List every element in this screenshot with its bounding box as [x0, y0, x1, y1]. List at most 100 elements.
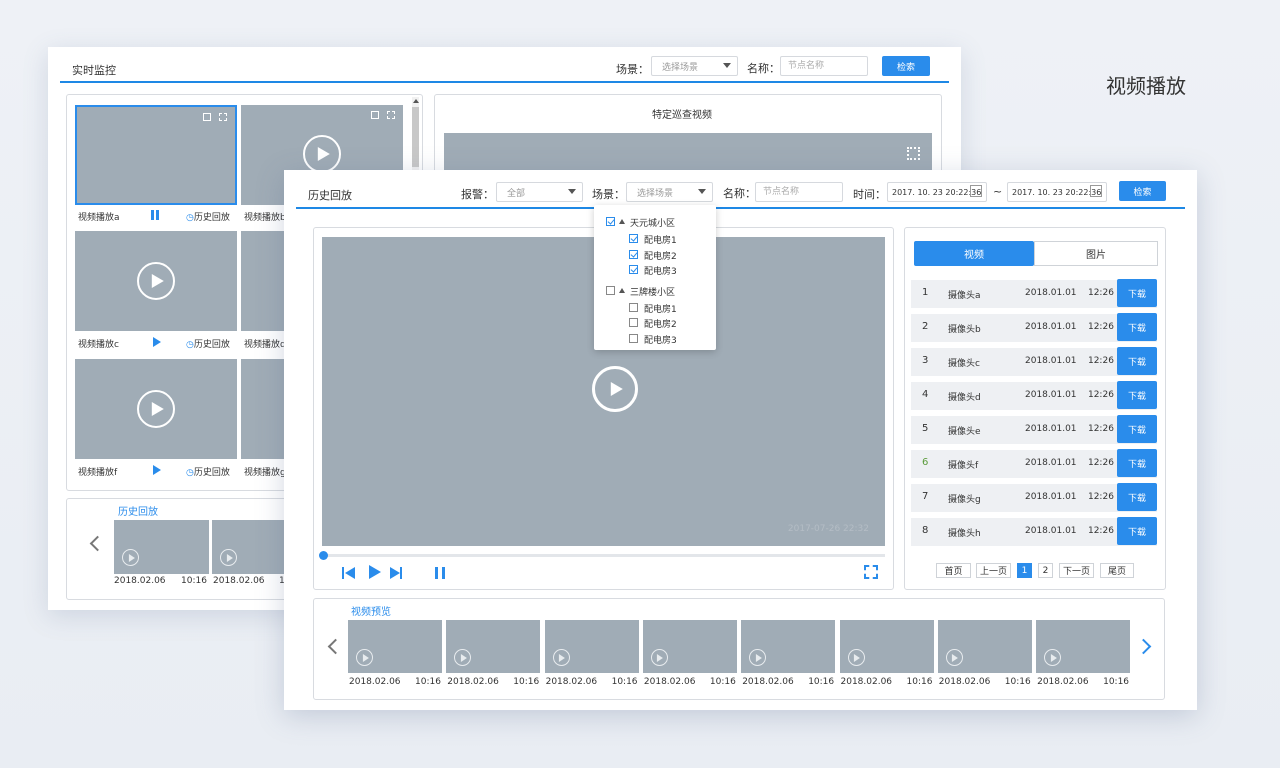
pause-icon[interactable]: [435, 567, 445, 579]
history-link[interactable]: ◷历史回放: [186, 465, 230, 478]
video-cell-f[interactable]: [75, 359, 237, 459]
scroll-up-icon[interactable]: [413, 99, 419, 103]
calendar-icon[interactable]: [1090, 185, 1102, 197]
list-row[interactable]: 5 摄像头e 2018.01.01 12:26 下载: [911, 415, 1157, 444]
video-cell-c[interactable]: [75, 231, 237, 331]
preview-thumb[interactable]: [446, 620, 541, 673]
play-icon[interactable]: [552, 649, 570, 666]
page-last-button[interactable]: 尾页: [1100, 563, 1134, 578]
download-button[interactable]: 下载: [1117, 449, 1157, 477]
play-icon[interactable]: [847, 649, 865, 666]
download-button[interactable]: 下载: [1117, 415, 1157, 443]
group-label[interactable]: 天元城小区: [630, 216, 675, 229]
pause-icon[interactable]: [151, 210, 159, 220]
skip-forward-icon[interactable]: [390, 566, 404, 580]
expand-icon[interactable]: [619, 287, 625, 293]
play-icon[interactable]: [220, 549, 237, 566]
item-label[interactable]: 配电房2: [644, 249, 677, 262]
list-row[interactable]: 3 摄像头c 2018.01.01 12:26 下载: [911, 347, 1157, 376]
item-label[interactable]: 配电房3: [644, 264, 677, 277]
preview-thumb[interactable]: [1036, 620, 1131, 673]
play-icon[interactable]: [122, 549, 139, 566]
name-input[interactable]: [780, 56, 868, 76]
skip-back-icon[interactable]: [342, 566, 356, 580]
item-label[interactable]: 配电房3: [644, 333, 677, 346]
scene-select[interactable]: 选择场景: [626, 182, 713, 202]
download-button[interactable]: 下载: [1117, 517, 1157, 545]
preview-thumb[interactable]: [348, 620, 442, 673]
list-row[interactable]: 8 摄像头h 2018.01.01 12:26 下载: [911, 517, 1157, 546]
item-label[interactable]: 配电房1: [644, 233, 677, 246]
play-icon[interactable]: [303, 135, 341, 173]
list-row[interactable]: 4 摄像头d 2018.01.01 12:26 下载: [911, 381, 1157, 410]
item-checkbox[interactable]: [629, 265, 638, 274]
preview-thumb[interactable]: [544, 620, 639, 673]
scrollbar-thumb[interactable]: [412, 107, 419, 167]
alarm-select[interactable]: 全部: [496, 182, 583, 202]
progress-handle[interactable]: [319, 551, 328, 560]
item-label[interactable]: 配电房1: [644, 302, 677, 315]
download-button[interactable]: 下载: [1117, 279, 1157, 307]
page-prev-button[interactable]: 上一页: [976, 563, 1011, 578]
play-icon[interactable]: [137, 262, 175, 300]
play-button-icon[interactable]: [369, 565, 381, 579]
row-index: 2: [922, 321, 929, 332]
play-small-icon[interactable]: [153, 337, 161, 347]
video-cell-a[interactable]: [75, 105, 237, 205]
name-input[interactable]: [755, 182, 843, 202]
item-checkbox[interactable]: [629, 249, 638, 259]
list-row[interactable]: 6 摄像头f 2018.01.01 12:26 下载: [911, 449, 1157, 478]
item-label[interactable]: 配电房2: [644, 317, 677, 330]
patrol-video[interactable]: [444, 133, 932, 173]
download-button[interactable]: 下载: [1117, 483, 1157, 511]
search-button[interactable]: 检索: [882, 56, 930, 76]
fullscreen-icon[interactable]: [907, 147, 920, 160]
search-button[interactable]: 检索: [1119, 181, 1166, 201]
strip-thumb[interactable]: [114, 520, 209, 574]
page-first-button[interactable]: 首页: [936, 563, 971, 578]
progress-track[interactable]: [322, 554, 885, 557]
page-1-button[interactable]: 1: [1017, 563, 1032, 578]
item-checkbox[interactable]: [629, 318, 638, 327]
item-checkbox[interactable]: [629, 234, 638, 243]
fullscreen-icon[interactable]: [387, 111, 395, 119]
scene-select[interactable]: 选择场景: [651, 56, 738, 76]
download-button[interactable]: 下载: [1117, 381, 1157, 409]
preview-thumb[interactable]: [642, 620, 737, 673]
list-row[interactable]: 7 摄像头g 2018.01.01 12:26 下载: [911, 483, 1157, 512]
expand-icon[interactable]: [619, 219, 625, 224]
play-icon[interactable]: [454, 649, 472, 666]
list-row[interactable]: 1 摄像头a 2018.01.01 12:26 下载: [911, 279, 1157, 308]
play-icon[interactable]: [592, 366, 638, 412]
fullscreen-icon[interactable]: [219, 113, 227, 121]
play-icon[interactable]: [945, 649, 963, 666]
preview-thumb[interactable]: [839, 620, 934, 673]
tab-video[interactable]: 视频: [914, 241, 1034, 266]
play-small-icon[interactable]: [153, 465, 161, 475]
download-button[interactable]: 下载: [1117, 347, 1157, 375]
item-checkbox[interactable]: [629, 302, 638, 312]
calendar-icon[interactable]: [970, 185, 982, 197]
checkbox-icon[interactable]: [203, 113, 211, 121]
group-checkbox[interactable]: [606, 285, 615, 295]
group-label[interactable]: 三牌楼小区: [630, 285, 675, 298]
tab-image[interactable]: 图片: [1034, 241, 1158, 266]
item-checkbox[interactable]: [629, 333, 638, 343]
play-icon[interactable]: [1044, 649, 1062, 666]
checkbox-icon[interactable]: [371, 111, 379, 119]
list-row[interactable]: 2 摄像头b 2018.01.01 12:26 下载: [911, 313, 1157, 342]
history-link[interactable]: ◷历史回放: [186, 337, 230, 350]
play-icon[interactable]: [749, 649, 767, 666]
play-icon[interactable]: [137, 390, 175, 428]
strip-thumb[interactable]: [212, 520, 284, 574]
download-button[interactable]: 下载: [1117, 313, 1157, 341]
page-next-button[interactable]: 下一页: [1059, 563, 1094, 578]
group-checkbox[interactable]: [606, 217, 615, 226]
preview-thumb[interactable]: [741, 620, 836, 673]
play-icon[interactable]: [650, 649, 668, 666]
history-link[interactable]: ◷历史回放: [186, 210, 230, 223]
play-icon[interactable]: [356, 649, 373, 666]
page-2-button[interactable]: 2: [1038, 563, 1053, 578]
preview-thumb[interactable]: [937, 620, 1032, 673]
fullscreen-icon[interactable]: [864, 565, 878, 579]
